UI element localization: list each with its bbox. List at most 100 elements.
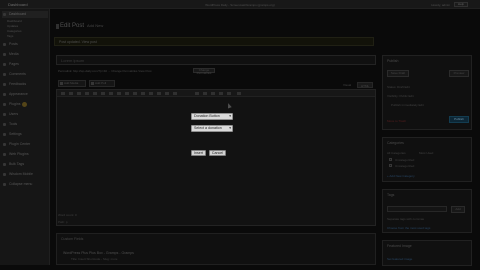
move-to-trash-link[interactable]: Move to Trash <box>387 119 406 123</box>
tab-html[interactable]: HTML <box>357 82 374 88</box>
wrench-icon <box>3 123 6 126</box>
sidebar-item-web-plugins[interactable]: Web Plugins <box>2 151 48 158</box>
word-count: Word count: 0 <box>58 213 77 217</box>
tag-input[interactable] <box>387 206 447 212</box>
howdy-link[interactable]: Howdy, admin <box>431 3 450 7</box>
tab-visual[interactable]: Visual <box>340 82 354 88</box>
sidebar-item-users[interactable]: Users <box>2 111 48 118</box>
preview-button[interactable]: Preview <box>449 70 469 77</box>
special-char-icon[interactable] <box>237 92 241 95</box>
paste-text-icon[interactable] <box>227 92 231 95</box>
categories-box: Categories All Categories Most Used Unca… <box>382 137 472 182</box>
tags-box: Tags Add Separate tags with commas Choos… <box>382 189 472 233</box>
admin-bar-title: WordPress Daily - Screencast/Gramps (gra… <box>205 3 275 7</box>
category-checkbox[interactable] <box>389 164 392 167</box>
category-label: Uncategorized <box>395 164 415 168</box>
visibility-text: Visibility: Public Edit <box>387 94 414 98</box>
save-draft-button[interactable]: Save Draft <box>387 70 409 77</box>
tags-heading: Tags <box>387 193 395 197</box>
align-center-icon[interactable] <box>117 92 121 95</box>
mobile-icon <box>3 173 6 176</box>
post-edit-icon <box>56 24 59 29</box>
bold-icon[interactable] <box>61 92 65 95</box>
sidebar-sub-tags[interactable]: Tags <box>2 34 48 39</box>
editor-path: Path: p <box>58 220 68 224</box>
numbered-list-icon[interactable] <box>93 92 97 95</box>
permalink-text: Permalink: http://wp-daily.com/?p=40 ...… <box>58 69 152 73</box>
align-left-icon[interactable] <box>109 92 113 95</box>
donation-select[interactable]: Select a donation ▾ <box>191 125 233 132</box>
insert-button[interactable]: Insert <box>191 150 206 156</box>
sidebar-item-settings[interactable]: Settings <box>2 131 48 138</box>
text-color-icon[interactable] <box>219 92 223 95</box>
spellcheck-icon[interactable] <box>157 92 161 95</box>
justify-icon[interactable] <box>211 92 215 95</box>
sidebar-item-dashboard[interactable]: Dashboard <box>2 11 48 18</box>
meta-line-2: Title: Insert Shortcode - Slug: more <box>71 257 118 261</box>
choose-tags-link[interactable]: Choose from the most used tags <box>387 226 430 230</box>
plug-icon <box>3 103 6 106</box>
change-permalinks-button[interactable]: Change Permalinks <box>193 68 215 75</box>
admin-bar: Dashboard WordPress Daily - Screencast/G… <box>0 0 480 9</box>
chevron-down-icon: ▾ <box>229 114 231 118</box>
blockquote-icon[interactable] <box>101 92 105 95</box>
link-icon[interactable] <box>133 92 137 95</box>
kitchen-sink-icon[interactable] <box>173 92 177 95</box>
page-icon <box>3 63 6 66</box>
add-tag-button[interactable]: Add <box>451 206 465 213</box>
sidebar-item-plugins[interactable]: Plugins <box>2 101 48 108</box>
publish-button[interactable]: Publish <box>449 116 469 123</box>
donation-button-select[interactable]: Donation Button ▾ <box>191 113 233 120</box>
align-right-icon[interactable] <box>125 92 129 95</box>
add-new-category-link[interactable]: + Add New Category <box>387 174 415 178</box>
sidebar-item-pages[interactable]: Pages <box>2 61 48 68</box>
unlink-icon[interactable] <box>141 92 145 95</box>
tag-icon <box>3 163 6 166</box>
sidebar-item-appearance[interactable]: Appearance <box>2 91 48 98</box>
collapse-icon <box>3 183 6 186</box>
media-icon <box>60 82 63 85</box>
add-media-button[interactable]: Add Media <box>58 80 86 87</box>
brush-icon <box>3 93 6 96</box>
dashboard-icon <box>3 13 6 16</box>
add-poll-button[interactable]: Add Poll <box>89 80 115 87</box>
bullet-list-icon[interactable] <box>85 92 89 95</box>
poll-icon <box>91 82 94 85</box>
category-checkbox[interactable] <box>389 158 392 161</box>
featured-image-heading: Featured Image <box>387 244 412 248</box>
sidebar-item-feedbacks[interactable]: Feedbacks <box>2 81 48 88</box>
cancel-button[interactable]: Cancel <box>209 150 226 156</box>
feedback-icon <box>3 83 6 86</box>
sidebar-item-wisdom-mobile[interactable]: Wisdom Mobile <box>2 171 48 178</box>
settings-icon <box>3 133 6 136</box>
editor-toolbar <box>57 90 375 97</box>
sidebar-collapse-menu[interactable]: Collapse menu <box>2 181 48 188</box>
tab-most-used[interactable]: Most Used <box>419 151 433 155</box>
sidebar-item-tools[interactable]: Tools <box>2 121 48 128</box>
strikethrough-icon[interactable] <box>77 92 81 95</box>
sidebar-item-posts[interactable]: Posts <box>2 41 48 48</box>
update-notice: Post updated. View post <box>54 37 374 46</box>
sidebar-item-media[interactable]: Media <box>2 51 48 58</box>
tab-all-categories[interactable]: All Categories <box>387 151 406 155</box>
comment-icon <box>3 73 6 76</box>
admin-sidebar: Dashboard Dashboard Updates Categories T… <box>0 9 50 265</box>
fullscreen-icon[interactable] <box>165 92 169 95</box>
underline-icon[interactable] <box>203 92 207 95</box>
italic-icon[interactable] <box>69 92 73 95</box>
more-icon[interactable] <box>149 92 153 95</box>
sidebar-item-plugin-center[interactable]: Plugin Center <box>2 141 48 148</box>
sidebar-item-comments[interactable]: Comments <box>2 71 48 78</box>
post-title-input[interactable]: Lorem ipsum <box>56 55 376 65</box>
sidebar-item-bulk-tags[interactable]: Bulk Tags <box>2 161 48 168</box>
categories-heading: Categories <box>387 141 404 145</box>
publish-heading: Publish <box>387 59 399 63</box>
add-new-link[interactable]: Add New <box>87 23 103 28</box>
custom-fields-heading: Custom Fields <box>61 237 84 241</box>
format-select-icon[interactable] <box>195 92 199 95</box>
content-editor[interactable] <box>56 89 376 226</box>
pin-icon <box>3 43 6 46</box>
help-button[interactable]: Help <box>454 2 468 7</box>
set-featured-image-link[interactable]: Set featured image <box>387 257 412 261</box>
plugin-icon <box>3 153 6 156</box>
